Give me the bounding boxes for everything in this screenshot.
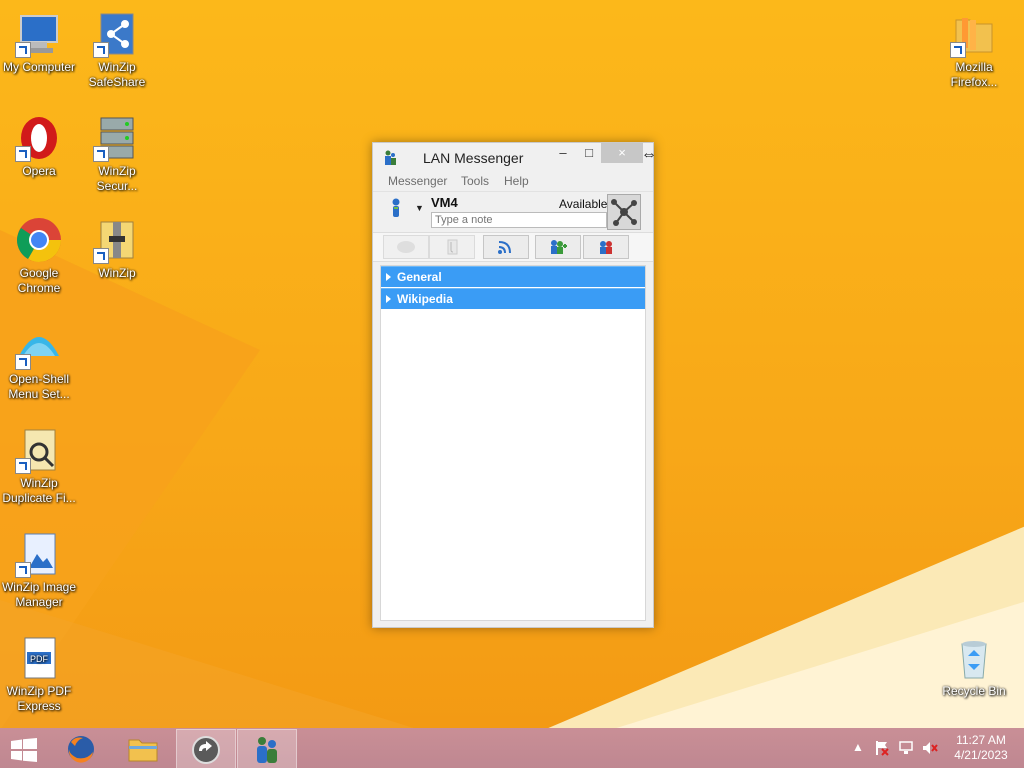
chrome-icon [17,218,61,262]
add-contacts-button[interactable] [535,235,581,259]
desktop-icon-winzip-secure[interactable]: WinZip Secur... [78,114,156,194]
clock-date: 4/21/2023 [954,748,1008,762]
desktop: My Computer Opera Google Chrome Open-She… [0,0,1024,728]
desktop-icon-label: Opera [22,164,56,178]
desktop-icon-label: WinZip SafeShare [88,60,146,89]
folder-icon [128,739,158,762]
desktop-icon-firefox-folder[interactable]: Mozilla Firefox... [935,10,1013,90]
toolbar [373,232,653,262]
add-contacts-icon [551,240,567,254]
chat-button[interactable] [383,235,429,259]
status-user-icon[interactable] [391,198,401,218]
group-wikipedia[interactable]: Wikipedia [381,288,645,309]
title-bar[interactable]: LAN Messenger – □ × [373,143,653,171]
chat-bubble-icon [397,241,415,253]
start-button[interactable] [10,738,38,762]
desktop-icon-winzip-duplicate[interactable]: WinZip Duplicate Fi... [0,426,78,506]
minimize-button[interactable]: – [549,143,577,163]
group-label: General [397,270,442,284]
desktop-icon-label: WinZip Image Manager [1,580,77,609]
refresh-contacts-button[interactable] [583,235,629,259]
avatar[interactable] [607,194,641,230]
system-clock[interactable]: 11:27 AM 4/21/2023 [940,733,1022,763]
taskbar-file-explorer[interactable] [114,729,172,767]
taskbar-lan-messenger[interactable] [237,729,297,769]
desktop-icon-label: WinZip Secur... [96,164,138,193]
menu-help[interactable]: Help [504,174,529,188]
broadcast-button[interactable] [483,235,529,259]
desktop-icon-recycle-bin[interactable]: Recycle Bin [935,634,1013,699]
desktop-icon-my-computer[interactable]: My Computer [0,10,78,75]
network-icon[interactable] [898,740,914,756]
desktop-icon-winzip[interactable]: WinZip [78,216,156,281]
recycle-bin-icon [961,641,987,679]
menu-tools[interactable]: Tools [461,174,489,188]
lan-messenger-icon [257,737,277,763]
expand-arrow-icon[interactable] [386,273,391,281]
desktop-icon-winzip-image[interactable]: WinZip Image Manager [0,530,78,610]
status-dropdown-icon[interactable]: ▼ [415,203,424,213]
svg-text:PDF: PDF [30,654,49,664]
window-title: LAN Messenger [423,150,524,166]
desktop-icon-winzip-safeshare[interactable]: WinZip SafeShare [78,10,156,90]
avatar-image [611,199,637,226]
availability-status[interactable]: Available [559,197,607,211]
desktop-icon-label: Open-Shell Menu Set... [8,372,70,401]
file-transfer-button[interactable] [429,235,475,259]
contact-list[interactable]: General Wikipedia [380,265,646,621]
desktop-icon-label: Recycle Bin [942,684,1006,698]
taskbar: ▲ 11:27 AM 4/21/2023 [0,728,1024,769]
action-center-flag-icon[interactable] [874,740,890,756]
username: VM4 [431,195,458,210]
desktop-icon-open-shell[interactable]: Open-Shell Menu Set... [0,322,78,402]
desktop-icon-label: WinZip PDF Express [6,684,72,713]
lan-messenger-window[interactable]: LAN Messenger – □ × Messenger Tools Help… [372,142,654,628]
group-general[interactable]: General [381,266,645,287]
desktop-icon-label: Mozilla Firefox... [950,60,998,89]
file-transfer-icon [447,239,458,255]
desktop-icon-chrome[interactable]: Google Chrome [0,216,78,296]
menu-messenger[interactable]: Messenger [388,174,447,188]
desktop-icon-label: My Computer [2,60,76,74]
volume-muted-icon[interactable] [922,740,938,756]
resize-cursor-icon: ⇔ [641,146,657,163]
desktop-icon-winzip-pdf[interactable]: PDF WinZip PDF Express [0,634,78,714]
note-input[interactable] [431,212,607,228]
taskbar-update[interactable] [176,729,236,769]
maximize-button[interactable]: □ [575,143,603,163]
desktop-icon-label: WinZip Duplicate Fi... [2,476,76,505]
firefox-icon [68,736,94,763]
winzip-pdf-icon: PDF [24,637,56,679]
desktop-icon-label: WinZip [98,266,136,280]
expand-arrow-icon[interactable] [386,295,391,303]
group-label: Wikipedia [397,292,453,306]
taskbar-firefox[interactable] [52,729,110,767]
refresh-contacts-icon [600,241,612,254]
clock-time: 11:27 AM [956,733,1006,747]
close-button[interactable]: × [601,143,643,163]
lan-messenger-icon [385,150,396,165]
desktop-icon-label: Google Chrome [17,266,61,295]
desktop-icon-opera[interactable]: Opera [0,114,78,179]
show-hidden-icons-button[interactable]: ▲ [852,740,864,756]
menu-bar: Messenger Tools Help [373,171,653,192]
user-status-bar: ▼ VM4 Available [373,192,653,232]
broadcast-icon [498,241,511,254]
update-icon [192,736,220,764]
